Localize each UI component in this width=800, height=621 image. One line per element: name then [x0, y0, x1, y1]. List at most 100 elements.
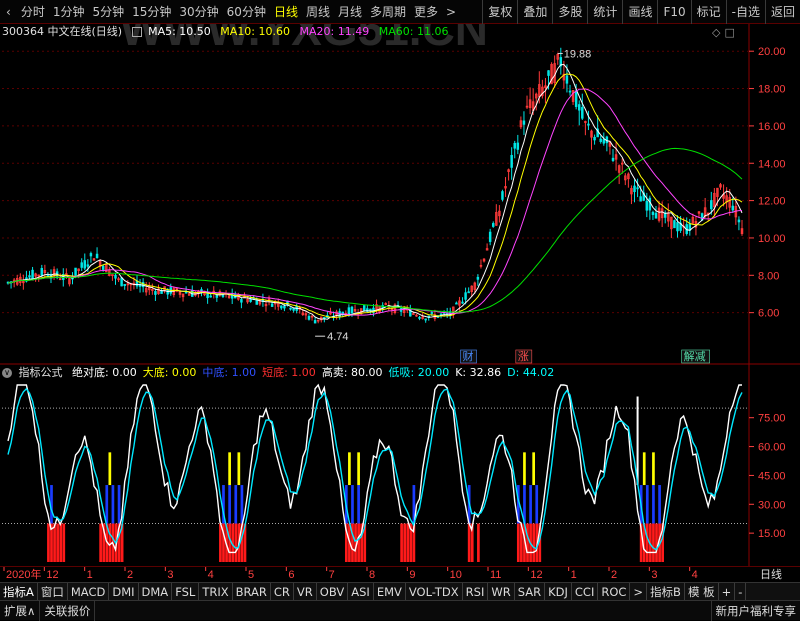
- period-tab-7[interactable]: 周线: [302, 0, 334, 24]
- indicator-tab-21[interactable]: 指标B: [647, 583, 685, 601]
- diamond-icon[interactable]: ◇: [712, 26, 724, 39]
- short-bottom-bar: [403, 524, 406, 562]
- high-price-label: 19.88: [564, 48, 592, 60]
- time-axis-label: 2: [611, 569, 617, 581]
- period-tab-3[interactable]: 15分钟: [128, 0, 175, 24]
- period-tab-8[interactable]: 月线: [334, 0, 366, 24]
- new-user-promo-link[interactable]: 新用户福利专享: [711, 601, 800, 621]
- ma60-line: [8, 148, 742, 312]
- candle-body: [640, 197, 642, 201]
- mid-bottom-bar: [646, 485, 649, 523]
- indicator-tab-5[interactable]: FSL: [172, 583, 199, 601]
- indicator-tab-22[interactable]: 模 板: [685, 583, 719, 601]
- tool-button-7[interactable]: -自选: [726, 0, 765, 24]
- indicator-tab-11[interactable]: ASI: [348, 583, 374, 601]
- price-tick-label: 16.00: [758, 121, 786, 133]
- big-bottom-bar: [237, 452, 240, 485]
- indicator-tab-3[interactable]: DMI: [109, 583, 138, 601]
- low-price-label: 4.74: [327, 331, 348, 343]
- time-axis-label: 8: [369, 569, 375, 581]
- indicator-tab-15[interactable]: WR: [488, 583, 514, 601]
- indicator-tab-2[interactable]: MACD: [68, 583, 109, 601]
- period-tab-6[interactable]: 日线: [270, 0, 302, 24]
- chart-area[interactable]: WWW.YXG51.CN20.0018.0016.0014.0012.0010.…: [0, 24, 800, 568]
- time-axis-label: 6: [288, 569, 294, 581]
- mid-bottom-bar: [357, 485, 360, 523]
- more-arrow-icon[interactable]: >: [442, 0, 460, 24]
- time-axis: 2020年121234567891011121234日线: [0, 566, 800, 581]
- square-icon[interactable]: □: [724, 26, 738, 39]
- short-bottom-bar: [62, 524, 65, 562]
- expand-button[interactable]: 扩展∧: [0, 601, 40, 621]
- candle-body: [677, 223, 679, 231]
- corner-icons: ◇□: [712, 26, 739, 39]
- short-bottom-bar: [53, 524, 56, 562]
- related-quotes-button[interactable]: 关联报价: [40, 601, 95, 621]
- period-tab-4[interactable]: 30分钟: [175, 0, 222, 24]
- indicator-value-7: D: 44.02: [507, 365, 554, 381]
- mid-bottom-bar: [234, 485, 237, 523]
- tool-button-8[interactable]: 返回: [765, 0, 800, 24]
- indicator-tab-20[interactable]: >: [630, 583, 647, 601]
- indicator-title[interactable]: 指标公式: [19, 365, 63, 381]
- candle-body: [308, 316, 310, 319]
- kline-chart[interactable]: WWW.YXG51.CN20.0018.0016.0014.0012.0010.…: [0, 24, 800, 568]
- candle-body: [290, 308, 292, 309]
- tool-button-3[interactable]: 统计: [587, 0, 622, 24]
- candle-body: [517, 143, 519, 149]
- indicator-tab-4[interactable]: DMA: [139, 583, 173, 601]
- indicator-tab-9[interactable]: VR: [294, 583, 317, 601]
- indicator-tab-10[interactable]: OBV: [317, 583, 348, 601]
- candle-body: [603, 140, 605, 144]
- time-axis-label: 1: [571, 569, 577, 581]
- indicator-tab-7[interactable]: BRAR: [233, 583, 271, 601]
- period-tab-0[interactable]: 分时: [17, 0, 49, 24]
- indicator-tab-24[interactable]: -: [735, 583, 746, 601]
- short-bottom-bar: [655, 524, 658, 562]
- tool-button-0[interactable]: 复权: [482, 0, 517, 24]
- big-bottom-bar: [228, 452, 231, 485]
- period-tab-2[interactable]: 5分钟: [88, 0, 128, 24]
- candle-body: [732, 206, 734, 210]
- candle-body: [241, 299, 243, 302]
- period-tab-9[interactable]: 多周期: [366, 0, 410, 24]
- event-marker-label: 涨: [518, 350, 529, 363]
- indicator-collapse-icon[interactable]: ∨: [2, 368, 12, 378]
- indicator-tab-6[interactable]: TRIX: [199, 583, 232, 601]
- time-axis-label: 5: [248, 569, 254, 581]
- indicator-value-1: 大底: 0.00: [143, 365, 197, 381]
- candle-body: [124, 284, 126, 285]
- indicator-tab-14[interactable]: RSI: [463, 583, 489, 601]
- indicator-tick-label: 75.00: [758, 413, 786, 425]
- short-bottom-bar: [652, 524, 655, 562]
- tool-button-2[interactable]: 多股: [552, 0, 587, 24]
- indicator-tab-1[interactable]: 窗口: [38, 583, 68, 601]
- period-tab-10[interactable]: 更多: [410, 0, 442, 24]
- tool-button-1[interactable]: 叠加: [517, 0, 552, 24]
- tool-button-6[interactable]: 标记: [691, 0, 726, 24]
- indicator-tab-13[interactable]: VOL-TDX: [406, 583, 463, 601]
- indicator-tabs: 指标A窗口MACDDMIDMAFSLTRIXBRARCRVROBVASIEMVV…: [0, 582, 800, 600]
- indicator-tab-8[interactable]: CR: [271, 583, 294, 601]
- indicator-tab-19[interactable]: ROC: [598, 583, 630, 601]
- candle-body: [425, 319, 427, 320]
- time-axis-mode[interactable]: 日线: [760, 567, 782, 581]
- tool-button-4[interactable]: 画线: [622, 0, 657, 24]
- candle-body: [323, 317, 325, 318]
- indicator-tab-16[interactable]: SAR: [515, 583, 545, 601]
- period-list: 分时1分钟5分钟15分钟30分钟60分钟日线周线月线多周期更多: [17, 0, 442, 24]
- candle-body: [612, 158, 614, 160]
- indicator-tab-17[interactable]: KDJ: [545, 583, 572, 601]
- dropdown-square-icon[interactable]: [132, 27, 142, 37]
- period-tab-1[interactable]: 1分钟: [49, 0, 89, 24]
- period-tab-5[interactable]: 60分钟: [223, 0, 270, 24]
- tool-button-5[interactable]: F10: [657, 0, 690, 24]
- back-icon[interactable]: ‹: [0, 0, 17, 24]
- indicator-tab-12[interactable]: EMV: [374, 583, 406, 601]
- indicator-tab-0[interactable]: 指标A: [0, 583, 38, 601]
- candle-body: [646, 201, 648, 210]
- indicator-tab-18[interactable]: CCI: [572, 583, 598, 601]
- indicator-tab-23[interactable]: +: [719, 583, 736, 601]
- candle-body: [250, 299, 252, 301]
- short-bottom-bar: [56, 524, 59, 562]
